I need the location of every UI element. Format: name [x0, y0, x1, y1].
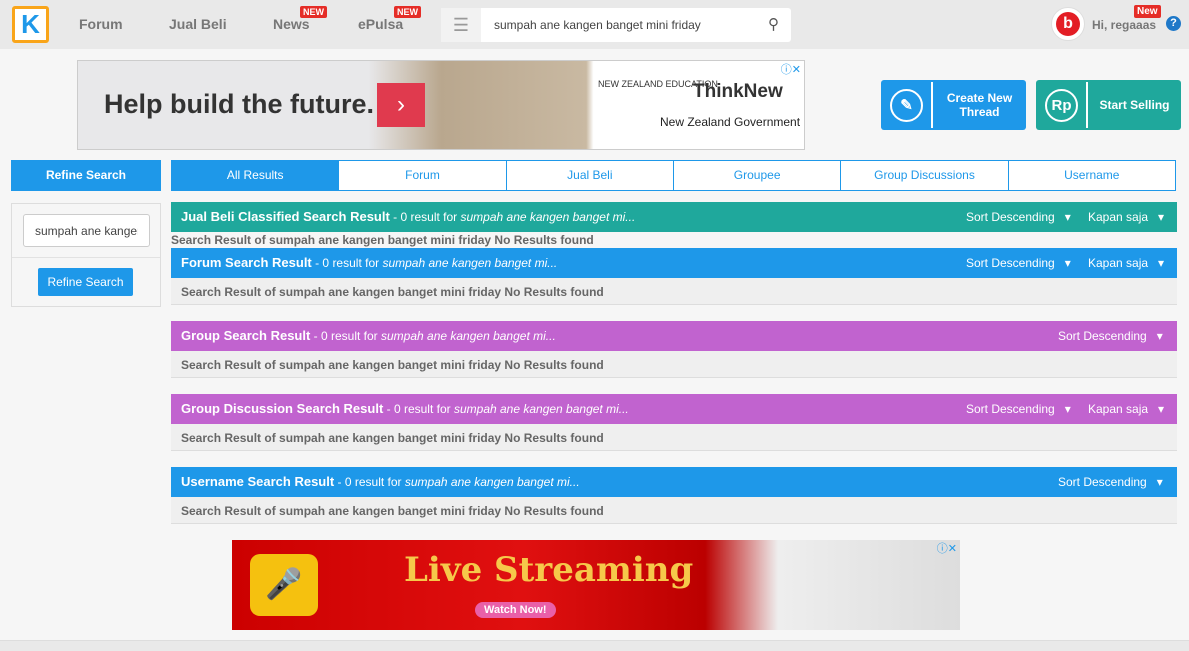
ad-close-icon[interactable]: ⓘ✕	[937, 540, 957, 556]
ad-arrow-icon[interactable]: ›	[377, 83, 425, 127]
ad-brand-gov: New Zealand Government	[660, 115, 801, 129]
time-dropdown[interactable]: Kapan saja ▾	[1088, 402, 1164, 416]
group-discussion-section-body: Search Result of sumpah ane kangen bange…	[171, 424, 1177, 451]
create-thread-button[interactable]: ✎ Create New Thread	[881, 80, 1026, 130]
refine-search-title: Refine Search	[11, 160, 161, 191]
menu-icon[interactable]: ☰	[441, 8, 481, 42]
avatar[interactable]: b	[1052, 8, 1084, 40]
notification-badge: New	[1134, 5, 1161, 18]
sort-dropdown[interactable]: Sort Descending ▾	[1058, 329, 1163, 343]
jual-beli-section-header: Jual Beli Classified Search Result - 0 r…	[171, 202, 1177, 232]
ad-brand-thinknew: ThinkNew	[693, 81, 783, 102]
start-selling-button[interactable]: Rp Start Selling	[1036, 80, 1181, 130]
ad-close-icon[interactable]: ⓘ✕	[781, 61, 801, 77]
footer-bar	[0, 640, 1189, 651]
sort-dropdown[interactable]: Sort Descending ▾	[966, 402, 1071, 416]
sort-dropdown[interactable]: Sort Descending ▾	[1058, 475, 1163, 489]
pencil-icon: ✎	[890, 89, 923, 122]
user-greeting[interactable]: Hi, regaaas	[1092, 18, 1156, 32]
refine-search-input[interactable]	[23, 214, 150, 247]
username-section-header: Username Search Result - 0 result for su…	[171, 467, 1177, 497]
watch-now-button[interactable]: Watch Now!	[475, 602, 556, 618]
refine-search-button[interactable]: Refine Search	[38, 268, 133, 296]
tab-groupee[interactable]: Groupee	[672, 161, 840, 190]
tab-group-discussions[interactable]: Group Discussions	[840, 161, 1007, 190]
nav-epulsa[interactable]: ePulsa	[358, 16, 403, 32]
help-icon[interactable]: ?	[1166, 16, 1181, 31]
result-tabs: All Results Forum Jual Beli Groupee Grou…	[171, 160, 1176, 191]
username-section-body: Search Result of sumpah ane kangen bange…	[171, 497, 1177, 524]
forum-section-body: Search Result of sumpah ane kangen bange…	[171, 278, 1177, 305]
nav-news[interactable]: News	[273, 16, 310, 32]
create-thread-label: Create New Thread	[946, 91, 1013, 119]
ad-headline: Help build the future.	[104, 89, 374, 119]
group-section-header: Group Search Result - 0 result for sumpa…	[171, 321, 1177, 351]
top-header: K Forum Jual Beli News NEW ePulsa NEW ☰ …	[0, 0, 1189, 49]
nav-jual-beli[interactable]: Jual Beli	[169, 16, 227, 32]
jual-beli-section-body: Search Result of sumpah ane kangen bange…	[171, 233, 594, 247]
group-section-body: Search Result of sumpah ane kangen bange…	[171, 351, 1177, 378]
top-advertisement[interactable]: Help build the future. › NEW ZEALAND EDU…	[77, 60, 805, 150]
tab-username[interactable]: Username	[1007, 161, 1175, 190]
nav-forum[interactable]: Forum	[79, 16, 123, 32]
refine-search-box: Refine Search	[11, 203, 161, 307]
news-new-badge: NEW	[300, 6, 327, 18]
epulsa-new-badge: NEW	[394, 6, 421, 18]
tab-forum[interactable]: Forum	[338, 161, 505, 190]
microphone-icon: 🎤	[250, 554, 318, 616]
sort-dropdown[interactable]: Sort Descending ▾	[966, 256, 1071, 270]
forum-section-header: Forum Search Result - 0 result for sumpa…	[171, 248, 1177, 278]
group-discussion-section-header: Group Discussion Search Result - 0 resul…	[171, 394, 1177, 424]
search-bar: ☰ sumpah ane kangen banget mini friday ⚲	[441, 8, 791, 42]
ad-headline: Live Streaming	[404, 550, 694, 590]
time-dropdown[interactable]: Kapan saja ▾	[1088, 256, 1164, 270]
tab-jual-beli[interactable]: Jual Beli	[505, 161, 673, 190]
rupiah-icon: Rp	[1045, 89, 1078, 122]
sort-dropdown[interactable]: Sort Descending ▾	[966, 210, 1071, 224]
kaskus-logo[interactable]: K	[12, 6, 49, 43]
tab-all-results[interactable]: All Results	[172, 161, 339, 190]
search-input[interactable]: sumpah ane kangen banget mini friday	[494, 18, 701, 32]
bottom-advertisement[interactable]: 🎤 Live Streaming Watch Now! ⓘ✕	[232, 540, 960, 630]
start-selling-label: Start Selling	[1099, 98, 1170, 112]
search-icon[interactable]: ⚲	[768, 15, 779, 33]
time-dropdown[interactable]: Kapan saja ▾	[1088, 210, 1164, 224]
